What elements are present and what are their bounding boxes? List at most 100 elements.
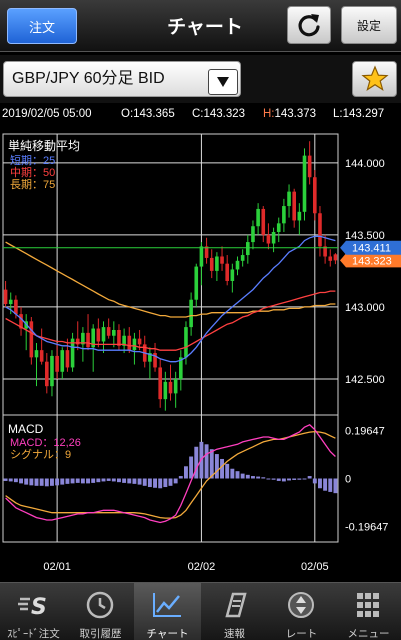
refresh-button[interactable] (287, 6, 331, 44)
candle-body (34, 350, 39, 358)
macd-axis-tick: 0.19647 (345, 426, 385, 438)
macd-histogram-bar (101, 478, 106, 482)
candle-body (215, 256, 219, 271)
tab-news[interactable]: 速報 (201, 583, 268, 640)
last-price-label: 143.323 (352, 255, 392, 267)
macd-histogram-bar (55, 478, 60, 486)
refresh-icon (298, 14, 320, 37)
macd-histogram-bar (251, 476, 255, 479)
candle-body (163, 381, 168, 400)
candle-body (106, 327, 111, 336)
candle-body (333, 254, 338, 261)
candle-body (328, 256, 333, 261)
ohlc-open: O:143.365 (121, 108, 175, 120)
candle-body (14, 299, 18, 315)
candle-body (29, 321, 34, 358)
macd-histogram-bar (132, 478, 137, 484)
pair-select[interactable]: GBP/JPY 60分足 BID (3, 61, 241, 97)
macd-histogram-bar (80, 478, 85, 484)
macd-histogram-bar (122, 478, 127, 483)
candle-body (266, 234, 271, 244)
candle-body (112, 329, 116, 336)
macd-histogram-bar (333, 478, 338, 494)
candle-body (132, 338, 137, 351)
price-chart[interactable]: 144.000 143.500 143.000 142.500 02/01 02/02 02… (0, 128, 401, 582)
macd-histogram-bar (292, 478, 297, 480)
macd-histogram-bar (225, 463, 230, 479)
tab-label: 速報 (224, 628, 245, 640)
candle-body (240, 255, 245, 261)
candle-body (189, 299, 193, 328)
macd-histogram-bar (158, 478, 163, 489)
candle-body (55, 355, 59, 372)
macd-histogram-bar (261, 477, 266, 479)
tab-rate[interactable]: レート (268, 583, 335, 640)
ma-long-line (5, 241, 336, 318)
ohlc-high-label: H: (263, 108, 275, 120)
macd-histogram-bar (230, 468, 235, 479)
macd-histogram-bar (86, 478, 90, 484)
price-axis-tick: 142.500 (345, 374, 385, 386)
macd-histogram-bar (106, 478, 111, 481)
history-icon (86, 591, 114, 619)
favorite-button[interactable] (352, 61, 397, 97)
macd-histogram-bar (302, 478, 307, 480)
macd-histogram-bar (111, 478, 116, 482)
ohlc-high: H:143.373 (263, 108, 316, 120)
macd-histogram-bar (60, 478, 65, 485)
candle-body (292, 191, 296, 221)
tab-speed-order[interactable]: S ｽﾋﾟｰﾄﾞ注文 (0, 583, 67, 640)
macd-histogram-bar (287, 478, 291, 481)
ma-legend-item: 長期：75 (10, 178, 55, 191)
candle-body (194, 266, 199, 300)
tab-label: メニュー (347, 628, 390, 640)
pair-selector-bar: GBP/JPY 60分足 BID (0, 55, 401, 103)
candle-body (39, 350, 44, 362)
macd-histogram-bar (8, 478, 13, 482)
macd-histogram-bar (281, 478, 286, 482)
candle-body (8, 299, 13, 305)
macd-histogram-bar (220, 458, 224, 479)
candle-body (127, 335, 132, 351)
candle-body (50, 355, 54, 387)
candle-body (101, 327, 106, 342)
date-axis-tick: 02/02 (188, 561, 216, 573)
candle-body (256, 208, 260, 227)
tab-history[interactable]: 取引履歴 (67, 583, 134, 640)
macd-histogram-bar (117, 478, 121, 483)
macd-histogram-bar (3, 478, 8, 481)
candle-body (137, 338, 142, 345)
candle-body (302, 155, 307, 212)
dropdown-caret-icon[interactable] (208, 69, 238, 95)
tab-chart[interactable]: チャート (134, 583, 201, 640)
candle-body (307, 155, 312, 178)
tab-menu[interactable]: メニュー (335, 583, 401, 640)
candle-body (235, 260, 240, 270)
macd-histogram-bar (147, 478, 152, 488)
macd-histogram-bar (204, 444, 209, 479)
ohlc-close: C:143.323 (192, 108, 246, 120)
macd-histogram-bar (271, 478, 276, 480)
candle-body (318, 213, 322, 247)
ohlc-datetime: 2019/02/05 05:00 (2, 108, 92, 120)
tab-label: レート (285, 628, 318, 640)
macd-histogram-bar (328, 478, 333, 492)
macd-histogram-bar (184, 466, 188, 479)
bottom-tab-bar: S ｽﾋﾟｰﾄﾞ注文 取引履歴 チャート 速報 レート メニュー (0, 582, 401, 640)
page-title: チャート (167, 16, 243, 38)
macd-histogram-bar (65, 478, 70, 484)
order-button[interactable]: 注文 (7, 8, 77, 44)
macd-histogram-bar (91, 478, 96, 483)
macd-histogram-bar (189, 456, 194, 479)
settings-button[interactable]: 設定 (341, 6, 397, 44)
candle-body (117, 329, 121, 346)
macd-histogram-bar (96, 478, 101, 483)
candle-body (287, 191, 291, 207)
price-axis-tick: 143.000 (345, 302, 385, 314)
ohlc-high-value: 143.373 (274, 108, 317, 120)
ma-legend-item: 短期：25 (10, 153, 55, 167)
menu-icon (357, 593, 379, 617)
ohlc-info: 2019/02/05 05:00 O:143.365 C:143.323 H:1… (0, 106, 401, 126)
candle-body (282, 206, 286, 224)
macd-histogram-bar (163, 478, 168, 488)
